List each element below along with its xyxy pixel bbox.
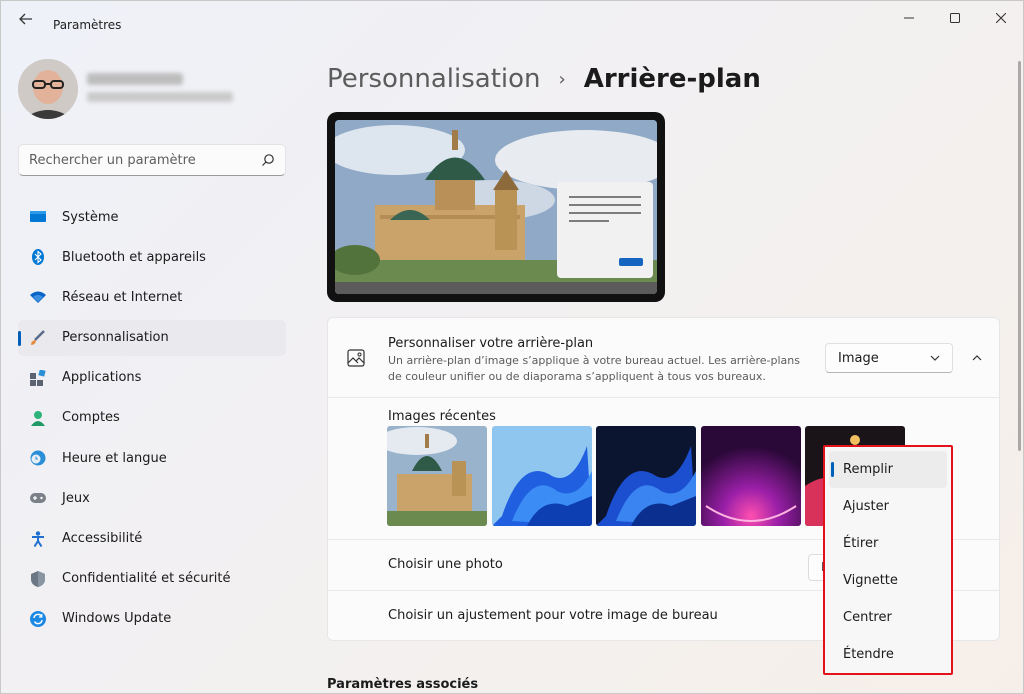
background-type-row: Personnaliser votre arrière-plan Un arri…	[328, 318, 999, 398]
sidebar-item-label: Jeux	[62, 490, 90, 506]
collapse-button[interactable]	[964, 343, 990, 373]
breadcrumb-parent[interactable]: Personnalisation	[327, 64, 541, 94]
recent-images-label: Images récentes	[388, 409, 496, 424]
sidebar-nav: Système Bluetooth et appareils Réseau et…	[18, 199, 286, 641]
accessibility-icon	[30, 530, 46, 547]
user-photo-icon	[18, 59, 78, 119]
preview-dialog-mockup	[557, 182, 653, 278]
account-icon	[30, 410, 46, 426]
search-input[interactable]	[29, 145, 249, 175]
search-box[interactable]	[18, 144, 286, 176]
sidebar-item-windows-update[interactable]: Windows Update	[18, 601, 286, 637]
sidebar-item-bluetooth[interactable]: Bluetooth et appareils	[18, 239, 286, 275]
sidebar-item-comptes[interactable]: Comptes	[18, 400, 286, 436]
scrollbar[interactable]	[1018, 61, 1021, 451]
user-email-blurred	[87, 92, 233, 102]
preview-line	[569, 204, 641, 206]
chevron-down-icon	[930, 355, 940, 361]
title-bar: Paramètres	[1, 1, 1024, 35]
fit-option-remplir[interactable]: Remplir	[829, 451, 947, 488]
sidebar-item-heure[interactable]: Heure et langue	[18, 440, 286, 476]
sidebar-item-applications[interactable]: Applications	[18, 360, 286, 396]
sidebar-item-label: Personnalisation	[62, 330, 169, 346]
back-button[interactable]	[13, 9, 39, 29]
bloom-dark-thumb-icon	[596, 426, 696, 526]
shield-icon	[30, 570, 46, 587]
background-description: Un arrière-plan d’image s’applique à vot…	[388, 354, 800, 383]
preview-button-mockup	[619, 258, 643, 266]
bloom-light-thumb-icon	[492, 426, 592, 526]
cathedral-thumb-icon	[387, 426, 487, 526]
sidebar-item-label: Système	[62, 209, 119, 225]
sidebar-item-personnalisation[interactable]: Personnalisation	[18, 319, 286, 356]
sidebar-item-reseau[interactable]: Réseau et Internet	[18, 279, 286, 315]
preview-line	[569, 212, 641, 214]
preview-line	[569, 196, 641, 198]
sidebar-item-label: Windows Update	[62, 611, 172, 627]
sidebar-item-label: Réseau et Internet	[62, 289, 183, 305]
recent-image-bloom-light[interactable]	[492, 426, 592, 526]
recent-image-glow-purple[interactable]	[701, 426, 801, 526]
settings-window: Paramètres Système	[0, 0, 1024, 694]
breadcrumb: Personnalisation › Arrière-plan	[327, 59, 761, 99]
background-type-select[interactable]: Image	[825, 343, 953, 373]
sidebar-item-label: Bluetooth et appareils	[62, 249, 206, 265]
sidebar-item-accessibilite[interactable]: Accessibilité	[18, 521, 286, 557]
fit-label: Choisir un ajustement pour votre image d…	[388, 608, 718, 623]
fit-option-vignette[interactable]: Vignette	[829, 562, 947, 599]
glow-purple-thumb-icon	[701, 426, 801, 526]
update-icon	[30, 610, 46, 627]
preview-line	[569, 220, 609, 222]
user-name-blurred	[87, 73, 183, 85]
arrow-left-icon	[19, 13, 32, 25]
desktop-preview	[327, 112, 665, 302]
sidebar-item-systeme[interactable]: Système	[18, 199, 286, 235]
sidebar-item-confidentialite[interactable]: Confidentialité et sécurité	[18, 561, 286, 597]
sidebar-item-label: Confidentialité et sécurité	[62, 571, 231, 587]
preview-taskbar	[335, 282, 657, 294]
apps-icon	[30, 369, 46, 386]
fit-option-etirer[interactable]: Étirer	[829, 525, 947, 562]
sidebar-item-label: Accessibilité	[62, 531, 143, 546]
sidebar-item-label: Comptes	[62, 410, 120, 426]
page-title: Arrière-plan	[583, 64, 761, 94]
avatar[interactable]	[18, 59, 78, 119]
minimize-icon	[904, 17, 914, 19]
close-button[interactable]	[986, 7, 1016, 29]
choose-photo-label: Choisir une photo	[388, 557, 503, 572]
sidebar-item-label: Applications	[62, 370, 142, 386]
maximize-button[interactable]	[940, 7, 970, 29]
sidebar-item-jeux[interactable]: Jeux	[18, 480, 286, 516]
fit-dropdown-flyout: Remplir Ajuster Étirer Vignette Centrer …	[823, 445, 953, 675]
minimize-button[interactable]	[894, 7, 924, 29]
recent-image-cathedral[interactable]	[387, 426, 487, 526]
background-type-value: Image	[838, 350, 879, 366]
close-icon	[996, 13, 1006, 23]
wifi-icon	[30, 289, 46, 305]
chevron-up-icon	[972, 355, 982, 361]
image-icon	[347, 349, 365, 367]
maximize-icon	[950, 13, 960, 23]
bluetooth-icon	[30, 249, 46, 266]
related-settings-heading: Paramètres associés	[327, 677, 479, 692]
search-icon[interactable]	[261, 153, 275, 167]
system-icon	[30, 209, 46, 225]
fit-option-ajuster[interactable]: Ajuster	[829, 488, 947, 525]
app-title: Paramètres	[53, 18, 122, 32]
preview-wallpaper	[335, 120, 657, 294]
gamepad-icon	[30, 490, 46, 506]
breadcrumb-separator: ›	[558, 68, 566, 90]
fit-option-centrer[interactable]: Centrer	[829, 599, 947, 636]
fit-dropdown-list: Remplir Ajuster Étirer Vignette Centrer …	[829, 451, 947, 673]
recent-image-bloom-dark[interactable]	[596, 426, 696, 526]
background-title: Personnaliser votre arrière-plan	[388, 336, 594, 351]
fit-option-etendre[interactable]: Étendre	[829, 636, 947, 673]
sidebar-item-label: Heure et langue	[62, 450, 167, 466]
clock-globe-icon	[30, 450, 46, 466]
brush-icon	[30, 329, 46, 346]
